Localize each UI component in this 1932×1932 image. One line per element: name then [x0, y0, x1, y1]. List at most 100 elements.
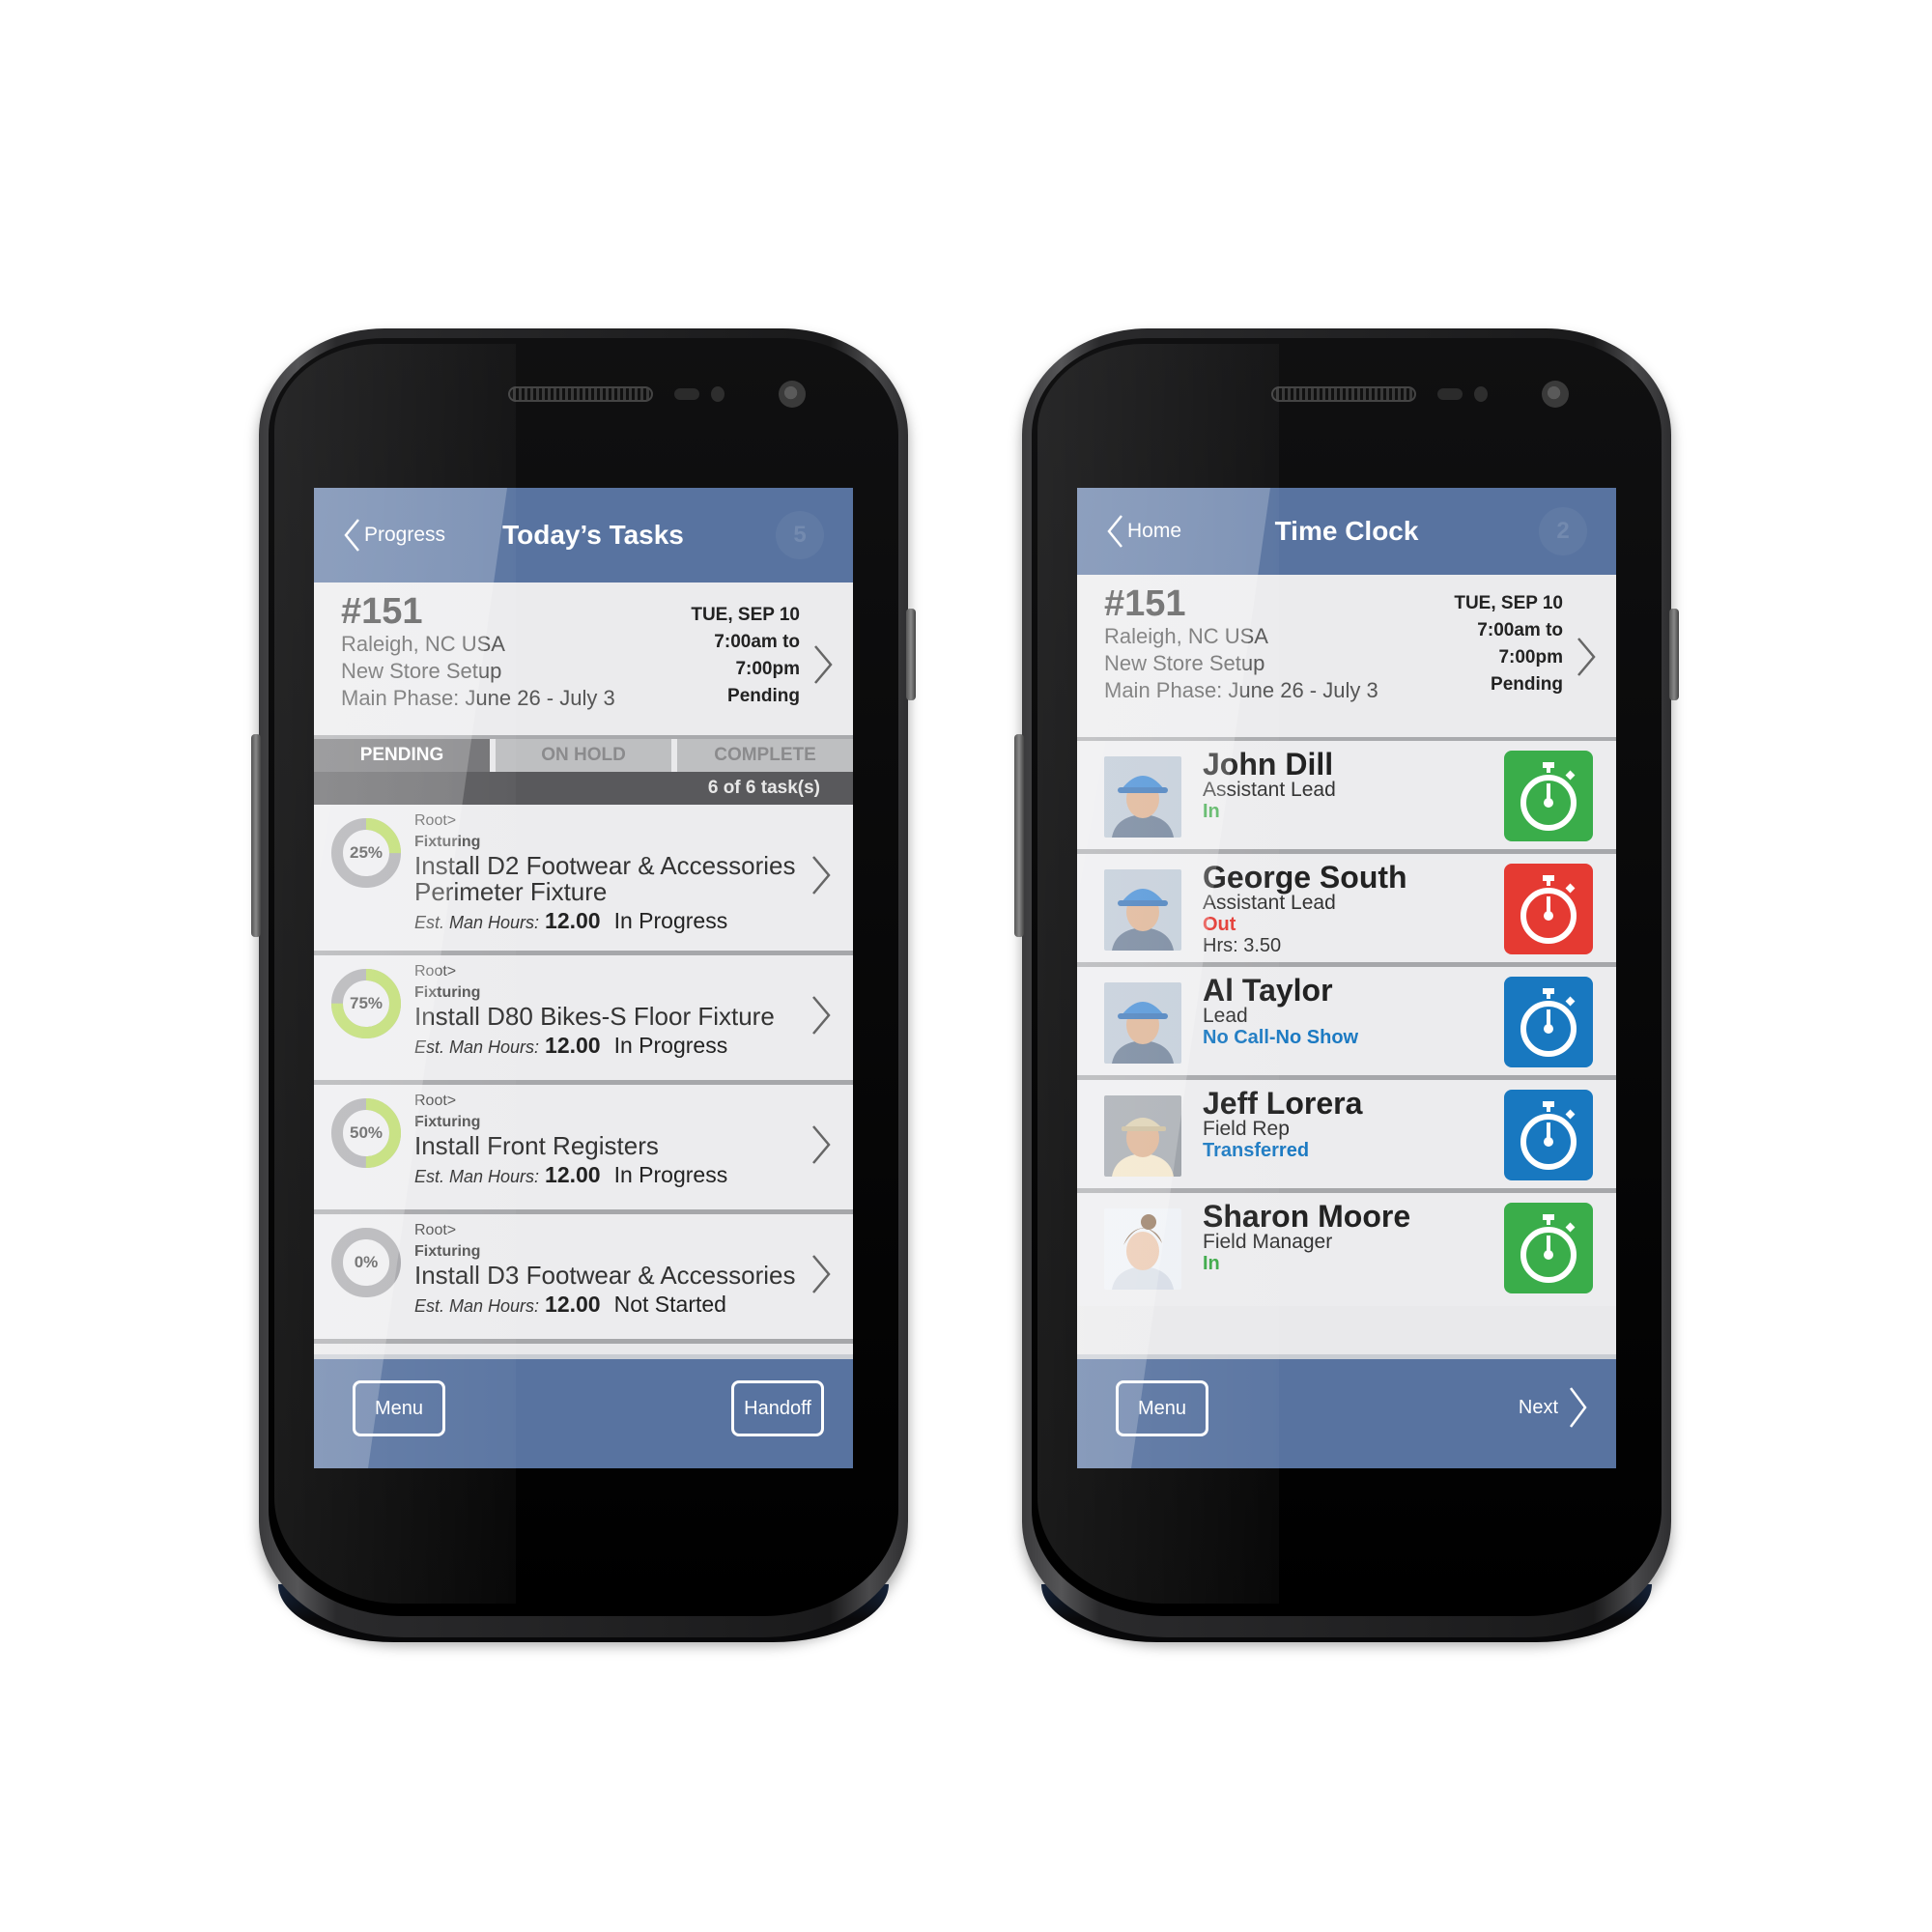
employee-role: Field Manager: [1203, 1231, 1333, 1253]
employee-row[interactable]: Jeff Lorera Field Rep Transferred: [1077, 1080, 1616, 1193]
next-button[interactable]: Next: [1519, 1386, 1587, 1429]
stopwatch-icon: [1520, 1214, 1577, 1283]
task-status: Not Started: [613, 1292, 726, 1317]
progress-percent: 75%: [349, 994, 384, 1012]
chevron-right-icon: [814, 645, 833, 684]
clock-button[interactable]: [1504, 751, 1593, 841]
power-button: [1669, 609, 1679, 700]
earpiece-speaker: [508, 386, 653, 402]
task-row[interactable]: 0% Root> Fixturing Install D3 Footwear &…: [314, 1214, 853, 1344]
notification-badge[interactable]: 5: [776, 511, 824, 559]
timeclock-screen: Home Time Clock 2 #151 Raleigh, NC USA N…: [1077, 488, 1616, 1468]
avatar: [1104, 1095, 1181, 1177]
tasks-screen: Progress Today’s Tasks 5 #151 Raleigh, N…: [314, 488, 853, 1468]
back-button[interactable]: Home: [1106, 514, 1181, 549]
light-sensor: [1474, 386, 1488, 402]
hours-label: Est. Man Hours:: [414, 1296, 540, 1316]
employee-row[interactable]: Al Taylor Lead No Call-No Show: [1077, 967, 1616, 1080]
stopwatch-icon: [1520, 988, 1577, 1057]
job-location: Raleigh, NC USA: [1104, 624, 1268, 648]
employee-name: Al Taylor: [1203, 973, 1333, 1008]
light-sensor: [711, 386, 724, 402]
menu-button[interactable]: Menu: [1116, 1380, 1208, 1436]
progress-percent: 0%: [354, 1253, 379, 1271]
job-status: Pending: [727, 686, 800, 706]
employee-row[interactable]: John Dill Assistant Lead In: [1077, 741, 1616, 854]
phone-tasks: Progress Today’s Tasks 5 #151 Raleigh, N…: [251, 328, 916, 1642]
back-button[interactable]: Progress: [343, 518, 445, 553]
employee-photo: [1104, 1095, 1181, 1177]
task-count: 6 of 6 task(s): [314, 772, 853, 805]
job-status: Pending: [1491, 674, 1563, 695]
task-category: Fixturing: [414, 834, 481, 850]
tab-complete[interactable]: COMPLETE: [677, 739, 853, 772]
avatar: [1104, 756, 1181, 838]
employee-name: George South: [1203, 860, 1407, 895]
avatar: [1104, 1208, 1181, 1290]
handoff-button[interactable]: Handoff: [731, 1380, 824, 1436]
notification-badge[interactable]: 2: [1539, 507, 1587, 555]
job-type: New Store Setup: [1104, 651, 1265, 675]
hours-value: 12.00: [545, 1162, 601, 1187]
task-row[interactable]: 25% Root> Fixturing Install D2 Footwear …: [314, 805, 853, 955]
clock-button[interactable]: [1504, 864, 1593, 954]
employee-name: Sharon Moore: [1203, 1199, 1411, 1234]
task-category: Fixturing: [414, 1114, 481, 1130]
job-type: New Store Setup: [341, 659, 502, 683]
job-time-start: 7:00am to: [1477, 620, 1563, 640]
task-name: Install D80 Bikes-S Floor Fixture: [414, 1002, 775, 1031]
task-category: Fixturing: [414, 984, 481, 1001]
job-number: #151: [1104, 583, 1186, 624]
volume-button: [1014, 734, 1024, 937]
task-row[interactable]: 75% Root> Fixturing Install D80 Bikes-S …: [314, 955, 853, 1085]
job-location: Raleigh, NC USA: [341, 632, 505, 656]
employee-role: Field Rep: [1203, 1118, 1290, 1140]
employee-list: John Dill Assistant Lead In George South…: [1077, 741, 1616, 1306]
menu-button[interactable]: Menu: [353, 1380, 445, 1436]
task-list: 25% Root> Fixturing Install D2 Footwear …: [314, 805, 853, 1344]
job-phase: Main Phase: June 26 - July 3: [1104, 678, 1378, 702]
next-label: Next: [1518, 1396, 1558, 1418]
back-label: Home: [1127, 520, 1182, 542]
task-path: Root>: [414, 963, 457, 980]
chevron-right-icon: [1577, 638, 1596, 676]
job-time-end: 7:00pm: [735, 659, 800, 679]
app-header: Progress Today’s Tasks 5: [314, 488, 853, 582]
employee-row[interactable]: George South Assistant Lead Out Hrs: 3.5…: [1077, 854, 1616, 967]
proximity-sensor: [1437, 388, 1463, 400]
hours-label: Est. Man Hours:: [414, 1037, 540, 1057]
volume-button: [251, 734, 261, 937]
task-path: Root>: [414, 1222, 457, 1238]
job-summary-card[interactable]: #151 Raleigh, NC USA New Store Setup Mai…: [1077, 575, 1616, 741]
employee-hours: Hrs: 3.50: [1203, 935, 1282, 956]
progress-percent: 25%: [349, 843, 384, 862]
phone-timeclock: Home Time Clock 2 #151 Raleigh, NC USA N…: [1014, 328, 1679, 1642]
employee-name: John Dill: [1203, 747, 1334, 781]
job-summary-card[interactable]: #151 Raleigh, NC USA New Store Setup Mai…: [314, 582, 853, 739]
job-time-end: 7:00pm: [1498, 647, 1563, 668]
app-header: Home Time Clock 2: [1077, 488, 1616, 575]
clock-button[interactable]: [1504, 1203, 1593, 1293]
app-footer: Menu Next: [1077, 1354, 1616, 1468]
clock-button[interactable]: [1504, 1090, 1593, 1180]
hours-value: 12.00: [545, 1033, 601, 1058]
stopwatch-icon: [1520, 1101, 1577, 1170]
earpiece-speaker: [1271, 386, 1416, 402]
tab-pending[interactable]: PENDING: [314, 739, 490, 772]
employee-photo: [1104, 982, 1181, 1064]
tab-on-hold[interactable]: ON HOLD: [496, 739, 671, 772]
employee-status: Out: [1203, 914, 1236, 935]
clock-button[interactable]: [1504, 977, 1593, 1067]
employee-status: In: [1203, 1253, 1220, 1274]
job-time-start: 7:00am to: [714, 632, 800, 652]
task-status: In Progress: [613, 1033, 728, 1058]
task-path: Root>: [414, 1093, 457, 1109]
employee-photo: [1104, 1208, 1181, 1290]
employee-row[interactable]: Sharon Moore Field Manager In: [1077, 1193, 1616, 1306]
progress-percent: 50%: [349, 1123, 384, 1142]
chevron-right-icon: [1570, 1387, 1587, 1428]
employee-role: Assistant Lead: [1203, 779, 1336, 801]
chevron-right-icon: [812, 855, 831, 895]
task-row[interactable]: 50% Root> Fixturing Install Front Regist…: [314, 1085, 853, 1214]
job-date: TUE, SEP 10: [1454, 593, 1563, 613]
